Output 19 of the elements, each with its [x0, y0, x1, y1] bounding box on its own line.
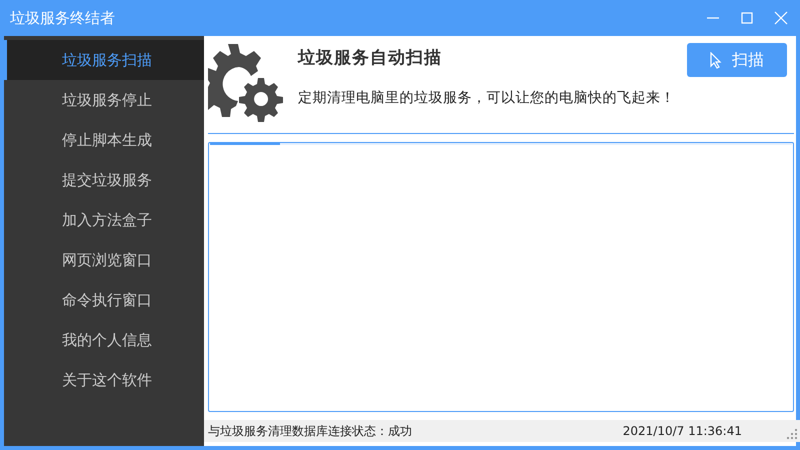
sidebar-item[interactable]: 停止脚本生成	[4, 120, 204, 160]
status-time: 2021/10/7 11:36:41	[622, 424, 742, 438]
description-text: 定期清理电脑里的垃圾服务，可以让您的电脑快的飞起来！	[298, 89, 675, 107]
sidebar-item[interactable]: 我的个人信息	[4, 320, 204, 360]
sidebar-item[interactable]: 命令执行窗口	[4, 280, 204, 320]
resize-grip-icon	[787, 429, 797, 439]
sidebar-item[interactable]: 网页浏览窗口	[4, 240, 204, 280]
window-title: 垃圾服务终结者	[10, 8, 115, 28]
maximize-icon[interactable]	[740, 11, 754, 25]
sidebar-item[interactable]: 垃圾服务停止	[4, 80, 204, 120]
connection-status: 与垃圾服务清理数据库连接状态：成功	[208, 422, 412, 440]
sidebar-item[interactable]: 垃圾服务扫描	[4, 40, 204, 80]
sidebar-item[interactable]: 加入方法盒子	[4, 200, 204, 240]
cursor-icon	[710, 52, 722, 68]
page-title: 垃圾服务自动扫描	[298, 47, 443, 69]
sidebar-item[interactable]: 关于这个软件	[4, 360, 204, 400]
close-icon[interactable]	[774, 11, 788, 25]
gears-icon	[208, 42, 284, 122]
sidebar-item[interactable]: 提交垃圾服务	[4, 160, 204, 200]
